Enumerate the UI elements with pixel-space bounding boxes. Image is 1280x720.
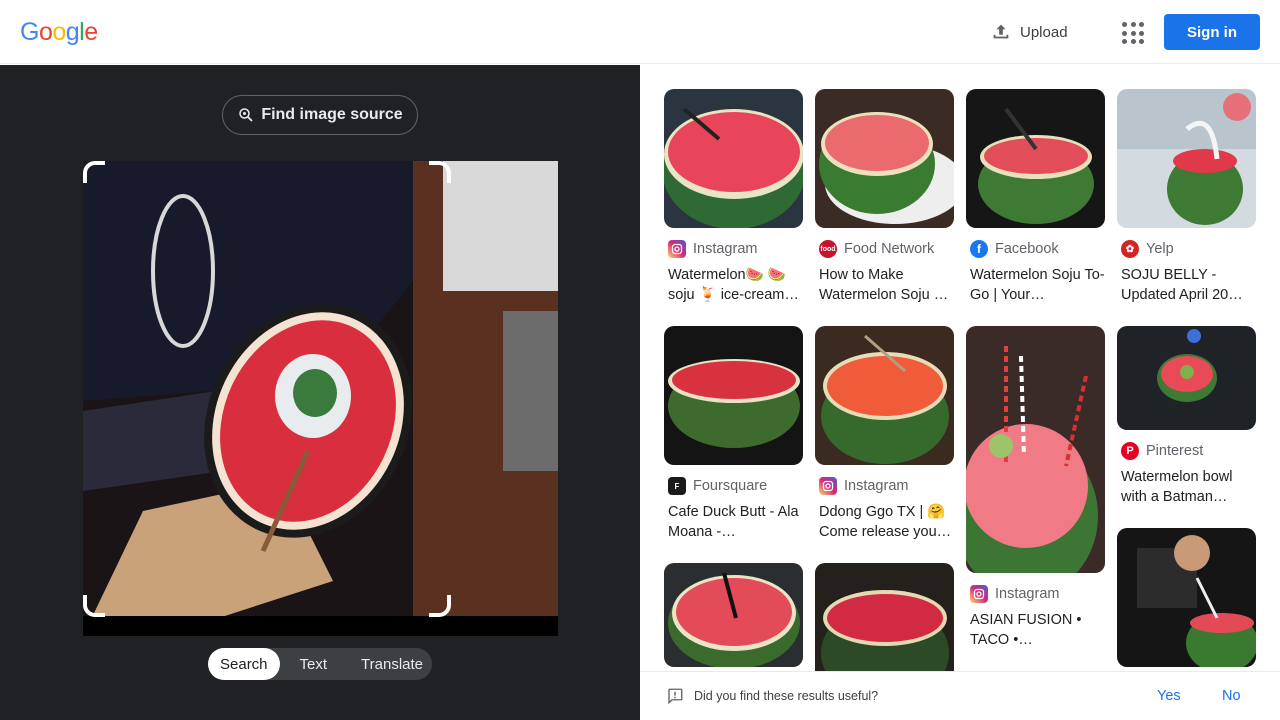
- upload-button[interactable]: Upload: [990, 16, 1068, 48]
- query-image-panel: Find image source Search Text Translate: [0, 65, 640, 720]
- yelp-icon: ✿: [1121, 240, 1139, 258]
- logo-letter: o: [52, 18, 66, 46]
- find-image-source-button[interactable]: Find image source: [222, 95, 418, 135]
- result-thumbnail[interactable]: [966, 326, 1105, 573]
- crop-handle-top-right[interactable]: [429, 161, 451, 183]
- logo-letter: G: [20, 18, 39, 46]
- instagram-icon: [668, 240, 686, 258]
- result-source-name: Foursquare: [693, 478, 768, 494]
- result-card[interactable]: [664, 563, 803, 667]
- result-source: ✿ Yelp: [1121, 240, 1256, 258]
- upload-label: Upload: [1020, 23, 1068, 41]
- result-card[interactable]: [815, 563, 954, 671]
- facebook-icon: f: [970, 240, 988, 258]
- result-source-name: Facebook: [995, 241, 1059, 257]
- food-network-icon: food: [819, 240, 837, 258]
- result-card[interactable]: P Pinterest Watermelon bowl with a Batma…: [1117, 326, 1256, 507]
- result-title[interactable]: SOJU BELLY - Updated April 20…: [1121, 265, 1256, 305]
- result-thumbnail[interactable]: [1117, 89, 1256, 228]
- result-source-name: Instagram: [844, 478, 909, 494]
- result-source: f Facebook: [970, 240, 1105, 258]
- feedback-bar: Did you find these results useful? Yes N…: [640, 671, 1280, 720]
- mode-translate[interactable]: Translate: [341, 648, 435, 680]
- crop-handle-top-left[interactable]: [83, 161, 105, 183]
- result-card[interactable]: f Facebook Watermelon Soju To-Go | Your…: [966, 89, 1105, 305]
- result-title[interactable]: ASIAN FUSION • TACO •…: [970, 610, 1105, 650]
- feedback-question: Did you find these results useful?: [694, 689, 879, 703]
- result-source-name: Food Network: [844, 241, 935, 257]
- result-title[interactable]: Cafe Duck Butt - Ala Moana -…: [668, 502, 803, 542]
- logo-letter: o: [38, 18, 53, 46]
- result-title[interactable]: Ddong Ggo TX | 🤗 Come release you…: [819, 502, 954, 542]
- feedback-yes-button[interactable]: Yes: [1157, 688, 1181, 704]
- result-source: food Food Network: [819, 240, 954, 258]
- query-image: [83, 161, 558, 636]
- result-thumbnail[interactable]: [1117, 528, 1256, 667]
- result-title[interactable]: Watermelon🍉 🍉 soju 🍹 ice-cream…: [668, 265, 803, 305]
- result-card[interactable]: F Foursquare Cafe Duck Butt - Ala Moana …: [664, 326, 803, 542]
- mode-text[interactable]: Text: [280, 648, 342, 680]
- result-thumbnail[interactable]: [1117, 326, 1256, 430]
- logo-letter: g: [65, 18, 80, 46]
- sign-in-button[interactable]: Sign in: [1164, 14, 1260, 50]
- crop-handle-bottom-left[interactable]: [83, 595, 105, 617]
- feedback-no-button[interactable]: No: [1222, 688, 1241, 704]
- result-source: F Foursquare: [668, 477, 803, 495]
- result-source: P Pinterest: [1121, 442, 1256, 460]
- foursquare-icon: F: [668, 477, 686, 495]
- apps-grid-icon[interactable]: [1119, 19, 1145, 45]
- result-thumbnail[interactable]: [664, 89, 803, 228]
- result-card[interactable]: Instagram ASIAN FUSION • TACO •…: [966, 326, 1105, 650]
- result-thumbnail[interactable]: [664, 326, 803, 465]
- result-title[interactable]: How to Make Watermelon Soju …: [819, 265, 954, 305]
- feedback-icon: [668, 688, 683, 705]
- result-card[interactable]: food Food Network How to Make Watermelon…: [815, 89, 954, 305]
- result-thumbnail[interactable]: [664, 563, 803, 667]
- result-thumbnail[interactable]: [966, 89, 1105, 228]
- result-source-name: Instagram: [693, 241, 758, 257]
- upload-icon: [993, 24, 1009, 39]
- instagram-icon: [970, 585, 988, 603]
- result-source: Instagram: [970, 585, 1105, 603]
- top-bar: Google Upload Sign in: [0, 0, 1280, 64]
- result-thumbnail[interactable]: [815, 89, 954, 228]
- result-title[interactable]: Watermelon Soju To-Go | Your…: [970, 265, 1105, 305]
- instagram-icon: [819, 477, 837, 495]
- result-title[interactable]: Watermelon bowl with a Batman…: [1121, 467, 1256, 507]
- result-card[interactable]: ✿ Yelp SOJU BELLY - Updated April 20…: [1117, 89, 1256, 305]
- find-image-source-label: Find image source: [261, 106, 403, 123]
- logo-letter: e: [84, 18, 98, 46]
- result-source-name: Yelp: [1146, 241, 1174, 257]
- result-thumbnail[interactable]: [815, 326, 954, 465]
- mode-switch: Search Text Translate: [208, 648, 432, 680]
- pinterest-icon: P: [1121, 442, 1139, 460]
- result-card[interactable]: Instagram Watermelon🍉 🍉 soju 🍹 ice-cream…: [664, 89, 803, 305]
- visual-matches-grid: Instagram Watermelon🍉 🍉 soju 🍹 ice-cream…: [640, 65, 1280, 671]
- lens-search-icon: [239, 108, 253, 122]
- result-source-name: Pinterest: [1146, 443, 1204, 459]
- result-thumbnail[interactable]: [815, 563, 954, 671]
- google-logo[interactable]: Google: [20, 18, 98, 47]
- result-source: Instagram: [668, 240, 803, 258]
- mode-search[interactable]: Search: [208, 648, 280, 680]
- result-card[interactable]: [1117, 528, 1256, 667]
- result-card[interactable]: Instagram Ddong Ggo TX | 🤗 Come release …: [815, 326, 954, 542]
- result-source-name: Instagram: [995, 586, 1060, 602]
- result-source: Instagram: [819, 477, 954, 495]
